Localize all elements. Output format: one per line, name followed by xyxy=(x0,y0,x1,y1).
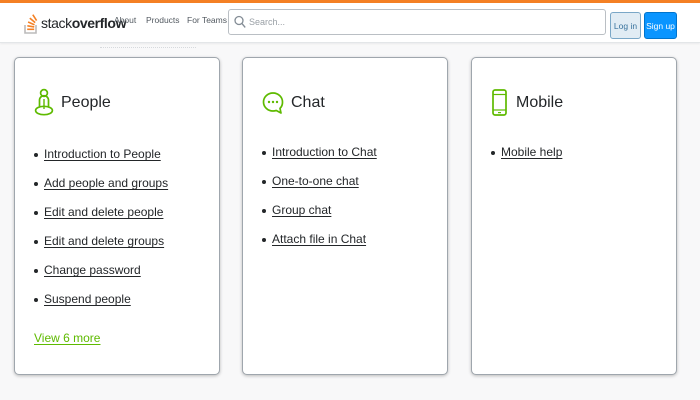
list-item: Introduction to Chat xyxy=(262,145,377,174)
mobile-card: Mobile Mobile help xyxy=(471,57,677,375)
people-link[interactable]: Edit and delete groups xyxy=(44,234,164,248)
people-card: People Introduction to People Add people… xyxy=(14,57,220,375)
list-item: Change password xyxy=(34,263,168,292)
sign-up-button[interactable]: Sign up xyxy=(644,12,677,39)
chat-link[interactable]: Group chat xyxy=(272,203,331,217)
search-icon xyxy=(234,15,246,28)
list-item: Suspend people xyxy=(34,292,168,321)
chat-bubble-icon xyxy=(262,92,284,114)
people-link[interactable]: Introduction to People xyxy=(44,147,161,161)
list-item: One-to-one chat xyxy=(262,174,377,203)
top-bar: stackoverflow About Products For Teams L… xyxy=(0,3,700,43)
mobile-link[interactable]: Mobile help xyxy=(501,145,562,159)
nav-about-link[interactable]: About xyxy=(114,15,136,25)
people-link[interactable]: Add people and groups xyxy=(44,176,168,190)
search-input[interactable] xyxy=(249,13,599,31)
chat-card-title: Chat xyxy=(291,94,325,111)
nav-for-teams-link[interactable]: For Teams xyxy=(187,15,227,25)
people-card-title: People xyxy=(61,94,111,111)
logo-text-prefix: stack xyxy=(41,15,72,31)
site-logo[interactable]: stackoverflow xyxy=(24,9,126,37)
chat-card: Chat Introduction to Chat One-to-one cha… xyxy=(242,57,448,375)
list-item: Introduction to People xyxy=(34,147,168,176)
people-link[interactable]: Change password xyxy=(44,263,141,277)
nav-products-link[interactable]: Products xyxy=(146,15,180,25)
mobile-card-header: Mobile xyxy=(490,88,563,118)
mobile-card-title: Mobile xyxy=(516,94,564,111)
people-card-header: People xyxy=(33,88,111,118)
list-item: Attach file in Chat xyxy=(262,232,377,261)
list-item: Add people and groups xyxy=(34,176,168,205)
chat-card-header: Chat xyxy=(261,88,325,118)
stack-overflow-logo-icon xyxy=(24,14,38,34)
log-in-button[interactable]: Log in xyxy=(610,12,641,39)
mobile-phone-icon xyxy=(492,89,507,116)
people-link[interactable]: Edit and delete people xyxy=(44,205,163,219)
chat-links-list: Introduction to Chat One-to-one chat Gro… xyxy=(262,145,377,261)
people-link[interactable]: Suspend people xyxy=(44,292,131,306)
chat-link[interactable]: Introduction to Chat xyxy=(272,145,377,159)
search-box[interactable] xyxy=(228,9,606,35)
chat-link[interactable]: One-to-one chat xyxy=(272,174,359,188)
list-item: Mobile help xyxy=(491,145,562,174)
person-icon xyxy=(34,88,54,116)
list-item: Edit and delete groups xyxy=(34,234,168,263)
list-item: Group chat xyxy=(262,203,377,232)
mobile-links-list: Mobile help xyxy=(491,145,562,174)
chat-link[interactable]: Attach file in Chat xyxy=(272,232,366,246)
hidden-subheader-fragment xyxy=(100,44,196,48)
people-links-list: Introduction to People Add people and gr… xyxy=(34,147,168,321)
list-item: Edit and delete people xyxy=(34,205,168,234)
view-more-link[interactable]: View 6 more xyxy=(34,331,100,345)
